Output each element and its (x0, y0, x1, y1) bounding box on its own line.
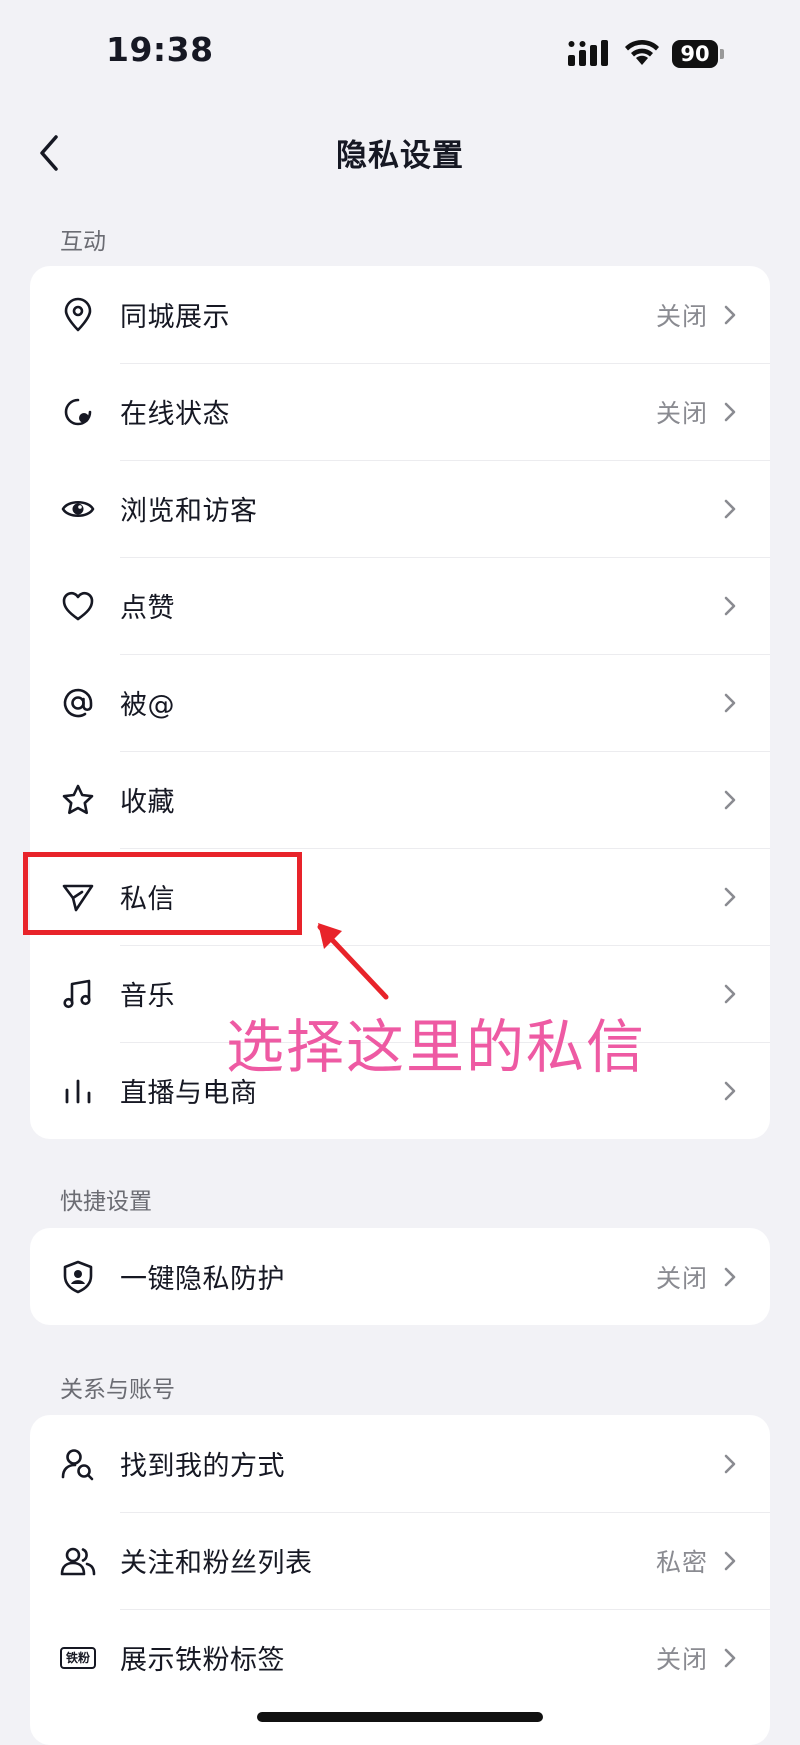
row-label: 收藏 (120, 787, 175, 818)
chevron-right-icon (718, 303, 742, 327)
relations-card: 找到我的方式 关注和粉丝列表 私密 铁粉 展示铁粉标签 关闭 (30, 1415, 770, 1745)
section-header-interaction: 互动 (60, 229, 106, 255)
music-note-icon (58, 974, 98, 1014)
chevron-right-icon (718, 1265, 742, 1289)
status-time: 19:38 (106, 30, 214, 69)
row-label: 关注和粉丝列表 (120, 1548, 313, 1579)
row-label: 找到我的方式 (120, 1451, 285, 1482)
section-header-relations-accounts: 关系与账号 (60, 1377, 175, 1403)
chevron-right-icon (718, 885, 742, 909)
users-icon (58, 1541, 98, 1581)
row-following-followers-list[interactable]: 关注和粉丝列表 私密 (30, 1512, 770, 1609)
annotation-arrow-icon (317, 923, 389, 1000)
row-favorites[interactable]: 收藏 (30, 751, 770, 848)
chevron-right-icon (718, 400, 742, 424)
quick-settings-card: 一键隐私防护 关闭 (30, 1228, 770, 1325)
chevron-right-icon (718, 1646, 742, 1670)
chevron-right-icon (718, 788, 742, 812)
page-title: 隐私设置 (336, 138, 464, 174)
chevron-right-icon (718, 594, 742, 618)
row-label: 在线状态 (120, 399, 230, 430)
home-indicator (257, 1712, 543, 1722)
fan-badge-icon: 铁粉 (58, 1638, 98, 1678)
fan-badge-label: 铁粉 (60, 1646, 96, 1669)
row-value: 关闭 (655, 301, 708, 331)
status-bar: 19:38 90 (0, 0, 800, 100)
chevron-right-icon (718, 1549, 742, 1573)
star-icon (58, 780, 98, 820)
row-show-fan-badge[interactable]: 铁粉 展示铁粉标签 关闭 (30, 1609, 770, 1706)
row-ways-to-find-me[interactable]: 找到我的方式 (30, 1415, 770, 1512)
wifi-icon (625, 39, 659, 65)
shield-user-icon (58, 1257, 98, 1297)
row-label: 点赞 (120, 593, 175, 624)
location-pin-icon (58, 295, 98, 335)
chevron-right-icon (718, 691, 742, 715)
cellular-signal-icon (568, 40, 608, 66)
chevron-right-icon (718, 1452, 742, 1476)
row-label: 同城展示 (120, 302, 230, 333)
row-nearby-display[interactable]: 同城展示 关闭 (30, 266, 770, 363)
chevron-right-icon (718, 1079, 742, 1103)
eye-icon (58, 489, 98, 529)
chevron-right-icon (718, 982, 742, 1006)
battery-indicator: 90 (672, 40, 724, 68)
heart-icon (58, 586, 98, 626)
bars-icon (58, 1071, 98, 1111)
battery-cap (720, 49, 724, 59)
row-value: 关闭 (655, 1644, 708, 1674)
annotation-text: 选择这里的私信 (226, 1013, 647, 1081)
row-online-status[interactable]: 在线状态 关闭 (30, 363, 770, 460)
chevron-right-icon (718, 497, 742, 521)
row-views-and-visitors[interactable]: 浏览和访客 (30, 460, 770, 557)
row-value: 关闭 (655, 1263, 708, 1293)
annotation-highlight-box (23, 852, 302, 935)
battery-level: 90 (672, 40, 718, 68)
at-icon (58, 683, 98, 723)
row-label: 浏览和访客 (120, 496, 258, 527)
row-one-tap-privacy[interactable]: 一键隐私防护 关闭 (30, 1228, 770, 1325)
row-likes[interactable]: 点赞 (30, 557, 770, 654)
row-mentions[interactable]: 被@ (30, 654, 770, 751)
row-label: 被@ (120, 690, 175, 721)
online-status-icon (58, 392, 98, 432)
user-search-icon (58, 1444, 98, 1484)
row-label: 一键隐私防护 (120, 1264, 285, 1295)
row-label: 展示铁粉标签 (120, 1645, 285, 1676)
section-header-quick-settings: 快捷设置 (60, 1189, 152, 1215)
row-value: 私密 (655, 1547, 708, 1577)
row-value: 关闭 (655, 398, 708, 428)
nav-bar: 隐私设置 (0, 110, 800, 194)
